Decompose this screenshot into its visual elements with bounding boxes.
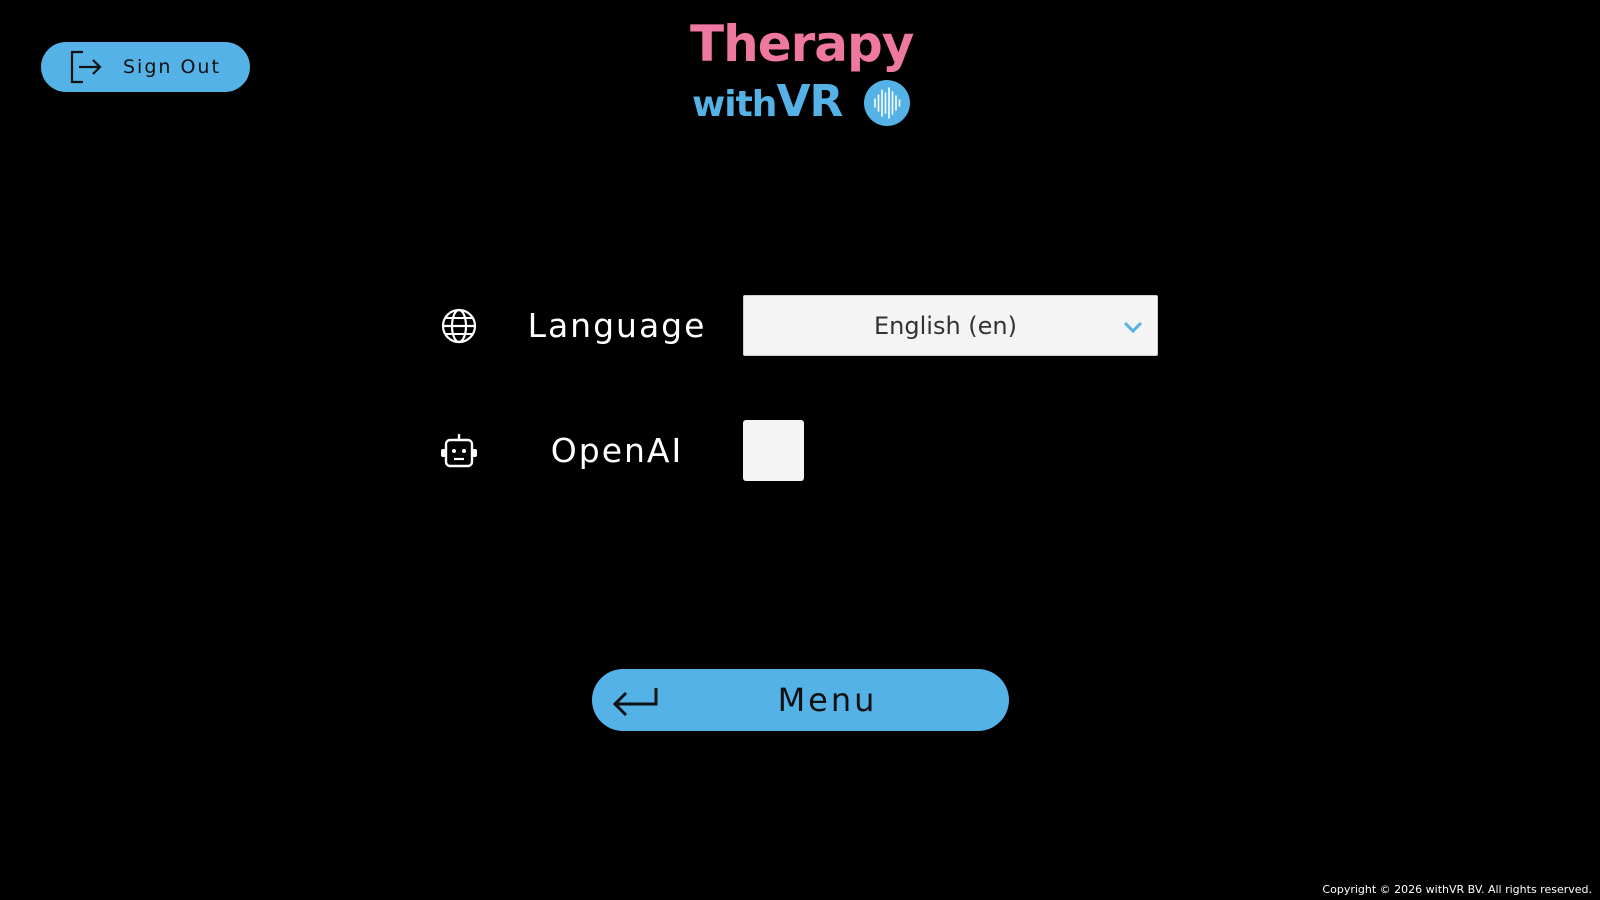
language-label: Language xyxy=(527,306,707,345)
logo-with-text: with xyxy=(692,84,777,125)
language-selected-value: English (en) xyxy=(874,311,1017,340)
settings-screen: Sign Out Therapy withVR Language English… xyxy=(0,0,1600,900)
chevron-down-icon xyxy=(1123,321,1143,334)
robot-icon xyxy=(439,431,479,471)
sign-out-icon xyxy=(67,49,103,85)
logo-vr-text: VR xyxy=(776,76,843,127)
logo-line-withvr: withVR xyxy=(692,74,843,133)
menu-button[interactable]: Menu xyxy=(592,669,1009,731)
menu-label: Menu xyxy=(777,681,878,719)
therapy-withvr-logo: Therapy withVR xyxy=(690,14,920,130)
sign-out-button[interactable]: Sign Out xyxy=(41,42,250,92)
logo-line-therapy: Therapy xyxy=(690,15,914,73)
copyright-text: Copyright © 2026 withVR BV. All rights r… xyxy=(1322,883,1592,896)
openai-checkbox[interactable] xyxy=(743,420,804,481)
language-dropdown[interactable]: English (en) xyxy=(743,295,1158,356)
sound-wave-badge-icon xyxy=(864,80,910,126)
sign-out-label: Sign Out xyxy=(123,56,221,78)
openai-label: OpenAI xyxy=(550,431,684,470)
globe-icon xyxy=(439,306,479,346)
